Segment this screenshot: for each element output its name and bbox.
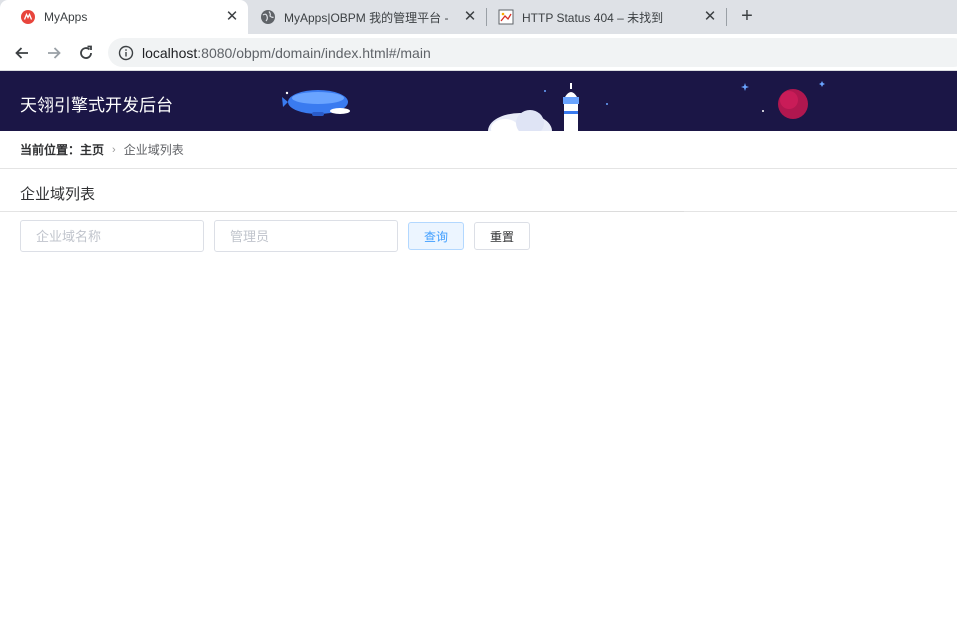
globe-icon <box>261 10 275 24</box>
tab-http-404[interactable]: HTTP Status 404 – 未找到 ✕ <box>478 0 726 34</box>
breadcrumb: 当前位置： 主页 › 企业域列表 <box>20 141 184 158</box>
tab-obpm[interactable]: MyApps|OBPM 我的管理平台 - ✕ <box>240 0 486 34</box>
page-title: 企业域列表 <box>20 186 96 203</box>
new-tab-plus-icon[interactable]: + <box>737 6 757 27</box>
arrow-right-icon <box>48 47 61 59</box>
forward-button[interactable] <box>42 41 66 65</box>
admin-input[interactable] <box>214 220 398 252</box>
tab-separator <box>726 8 727 26</box>
url-host: localhost <box>142 44 198 61</box>
divider <box>0 168 957 169</box>
back-button[interactable] <box>10 41 34 65</box>
blimp-illustration <box>282 90 350 116</box>
divider <box>0 211 957 212</box>
address-bar[interactable]: localhost:8080/obpm/domain/index.html#/m… <box>108 38 957 67</box>
reset-button[interactable]: 重置 <box>474 222 530 250</box>
info-icon[interactable] <box>118 45 134 61</box>
tab-myapps[interactable]: MyApps ✕ <box>0 0 248 34</box>
browser-tab-strip: MyApps ✕ MyApps|OBPM 我的管理平台 - ✕ HTTP Sta… <box>0 0 957 34</box>
breadcrumb-current: 企业域列表 <box>123 143 184 157</box>
tab-close-icon[interactable]: ✕ <box>222 7 242 27</box>
cloud-illustration <box>488 110 552 131</box>
chevron-right-icon: › <box>112 143 116 156</box>
tab-close-icon[interactable]: ✕ <box>460 7 480 27</box>
reload-icon <box>80 45 92 59</box>
tab-title: MyApps|OBPM 我的管理平台 - <box>284 10 449 25</box>
url-text: localhost:8080/obpm/domain/index.html#/m… <box>142 45 431 61</box>
reload-button[interactable] <box>74 41 98 65</box>
planet-illustration <box>778 89 808 119</box>
url-rest: :8080/obpm/domain/index.html#/main <box>197 44 431 61</box>
myapps-favicon-icon <box>21 10 35 24</box>
tab-title: MyApps <box>44 10 88 24</box>
tab-close-icon[interactable]: ✕ <box>700 7 720 27</box>
broken-image-icon <box>498 9 514 25</box>
arrow-left-icon <box>15 47 28 59</box>
browser-toolbar: localhost:8080/obpm/domain/index.html#/m… <box>0 34 957 71</box>
query-button[interactable]: 查询 <box>408 222 464 250</box>
app-header: 天翎引擎式开发后台 <box>0 71 957 131</box>
app-title: 天翎引擎式开发后台 <box>20 96 173 115</box>
breadcrumb-label: 当前位置： <box>20 143 81 157</box>
lighthouse-illustration <box>563 83 579 131</box>
tab-title: HTTP Status 404 – 未找到 <box>522 10 664 25</box>
breadcrumb-home-link[interactable]: 主页 <box>80 141 104 158</box>
domain-name-input[interactable] <box>20 220 204 252</box>
